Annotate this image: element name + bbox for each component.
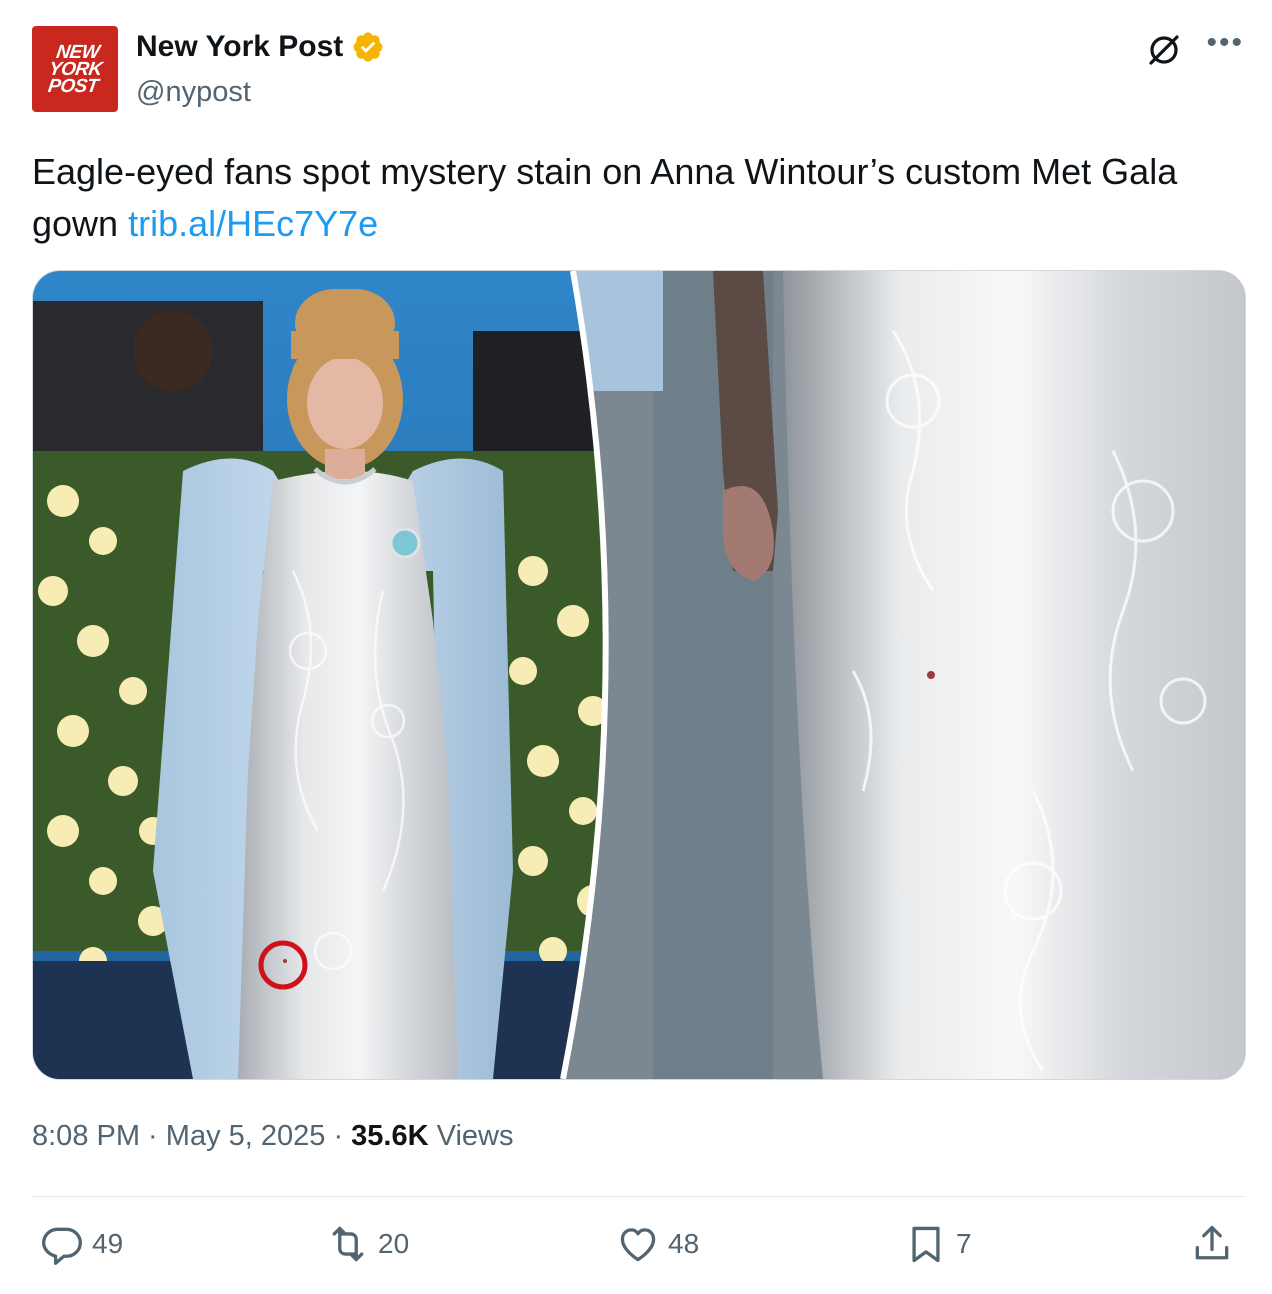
repost-icon (332, 1226, 364, 1262)
share-icon (1195, 1225, 1229, 1260)
account-handle[interactable]: @nypost (136, 76, 251, 109)
like-count: 48 (668, 1228, 700, 1259)
share-button[interactable] (1190, 1222, 1234, 1266)
name-line: New York Post (136, 30, 385, 64)
repost-button[interactable]: 20 (326, 1222, 409, 1266)
account-avatar[interactable]: NEW YORK POST (32, 26, 118, 112)
tweet-media[interactable] (32, 270, 1246, 1080)
tweet-header: NEW YORK POST New York Post @nypost ••• (32, 26, 1244, 112)
views-label: Views (428, 1120, 514, 1152)
bookmark-count: 7 (956, 1228, 972, 1259)
avatar-logo-text: NEW YORK POST (46, 41, 103, 97)
meta-separator-2: · (325, 1120, 352, 1152)
tweet-time[interactable]: 8:08 PM (32, 1120, 140, 1152)
meta-separator: · (140, 1120, 166, 1152)
reply-button[interactable]: 49 (40, 1222, 123, 1266)
bookmark-button[interactable]: 7 (904, 1222, 972, 1266)
brooch (389, 527, 421, 559)
heart-icon (620, 1228, 656, 1262)
tweet-meta: 8:08 PM · May 5, 2025 · 35.6K Views (32, 1120, 513, 1153)
like-button[interactable]: 48 (616, 1222, 699, 1266)
grok-icon[interactable] (1144, 30, 1184, 70)
media-photo-collage (33, 271, 1245, 1079)
tweet-link[interactable]: trib.al/HEc7Y7e (128, 203, 378, 244)
top-actions: ••• (1144, 28, 1244, 70)
stain-closeup (927, 671, 935, 679)
tweet-actions: 49 20 48 7 (32, 1222, 1244, 1278)
divider (32, 1196, 1244, 1197)
views-count: 35.6K (351, 1120, 429, 1152)
tweet-date[interactable]: May 5, 2025 (166, 1120, 326, 1152)
reply-count: 49 (92, 1228, 124, 1259)
more-options-icon[interactable]: ••• (1206, 28, 1244, 67)
display-name[interactable]: New York Post (136, 30, 343, 64)
reply-icon (42, 1227, 82, 1265)
bookmark-icon (912, 1226, 940, 1263)
repost-count: 20 (378, 1228, 410, 1259)
verified-badge-icon[interactable] (351, 30, 385, 64)
tweet-text: Eagle-eyed fans spot mystery stain on An… (32, 146, 1244, 250)
